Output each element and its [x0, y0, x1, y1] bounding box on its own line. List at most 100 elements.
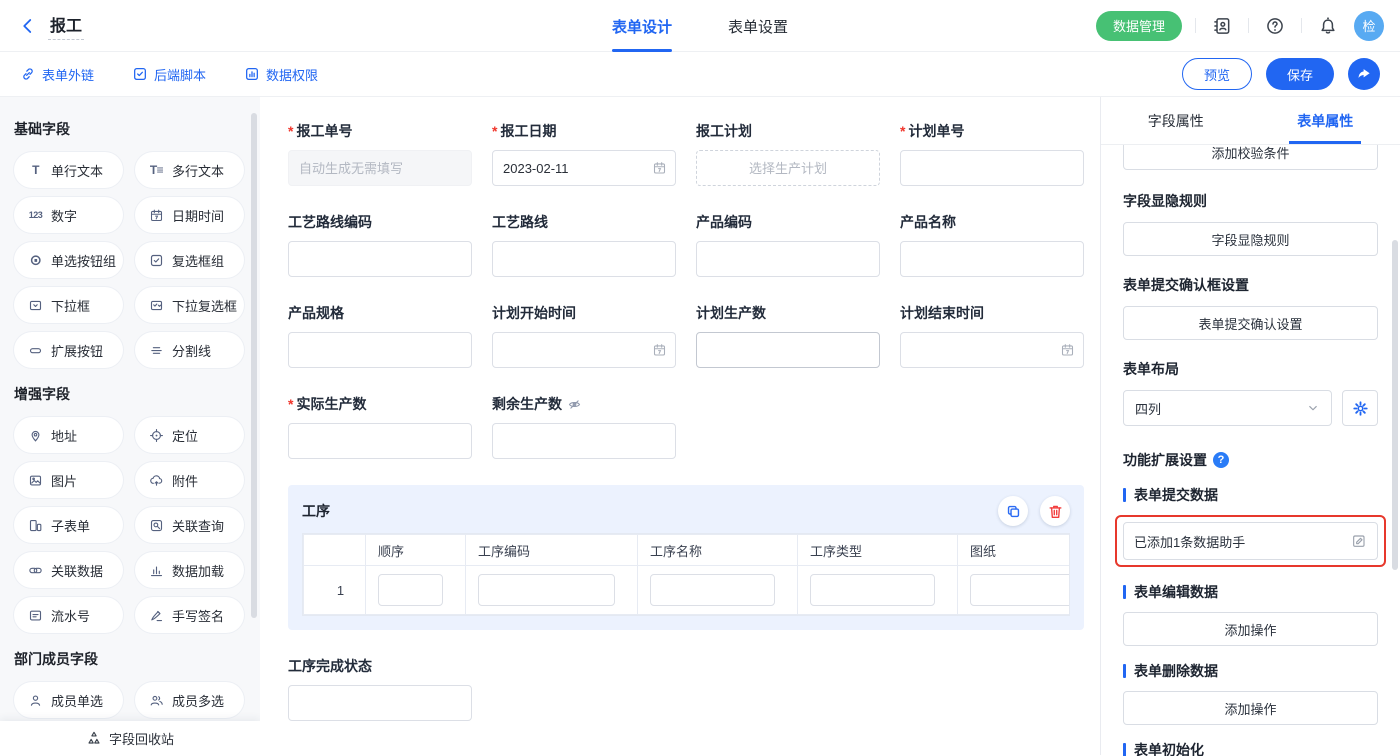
edit-icon[interactable] — [1351, 533, 1367, 549]
sidebar-item-member-multi[interactable]: 成员多选 — [135, 682, 244, 718]
field-product-code[interactable]: 产品编码 — [696, 212, 880, 277]
display-rules-button[interactable]: 字段显隐规则 — [1123, 222, 1378, 256]
group-form-init-label: 表单初始化 — [1123, 740, 1378, 756]
help-icon[interactable] — [1262, 13, 1288, 39]
report-plan-input[interactable] — [696, 150, 880, 186]
sidebar-item-single-line-text[interactable]: T单行文本 — [14, 152, 123, 188]
form-external-link[interactable]: 表单外链 — [20, 65, 94, 84]
field-plan-start-time[interactable]: 计划开始时间 — [492, 303, 676, 368]
submit-data-assistant[interactable]: 已添加1条数据助手 — [1123, 522, 1378, 560]
field-report-plan[interactable]: 报工计划 — [696, 121, 880, 186]
product-code-input[interactable] — [696, 241, 880, 277]
sidebar-item-attachment[interactable]: 附件 — [135, 462, 244, 498]
share-button[interactable] — [1348, 58, 1380, 90]
field-product-name[interactable]: 产品名称 — [900, 212, 1084, 277]
report-number-input[interactable] — [288, 150, 472, 186]
field-remaining-quantity[interactable]: 剩余生产数 — [492, 394, 676, 459]
panel-scrollbar[interactable] — [1392, 240, 1398, 570]
field-actual-quantity[interactable]: *实际生产数 — [288, 394, 472, 459]
divider — [1195, 18, 1196, 33]
edit-data-add-action-button[interactable]: 添加操作 — [1123, 612, 1378, 646]
sidebar-item-subform[interactable]: 子表单 — [14, 507, 123, 543]
sidebar-item-multi-line-text[interactable]: T≡多行文本 — [135, 152, 244, 188]
field-report-number[interactable]: *报工单号 — [288, 121, 472, 186]
actual-quantity-input[interactable] — [288, 423, 472, 459]
cell-process-name-input[interactable] — [650, 574, 775, 606]
field-recycle-bin[interactable]: 字段回收站 — [0, 721, 260, 755]
sidebar-item-checkbox-group[interactable]: 复选框组 — [135, 242, 244, 278]
product-spec-input[interactable] — [288, 332, 472, 368]
sidebar-item-address[interactable]: 地址 — [14, 417, 123, 453]
report-date-input[interactable] — [492, 150, 676, 186]
product-name-input[interactable] — [900, 241, 1084, 277]
tab-form-design[interactable]: 表单设计 — [612, 0, 672, 52]
field-plan-number[interactable]: *计划单号 — [900, 121, 1084, 186]
tab-field-properties[interactable]: 字段属性 — [1101, 97, 1251, 144]
checkbox-group-icon — [148, 252, 165, 269]
subform-row: 1 — [304, 566, 1071, 615]
form-title[interactable]: 报工 — [48, 12, 84, 40]
plan-quantity-input[interactable] — [696, 332, 880, 368]
sidebar-item-divider[interactable]: 分割线 — [135, 332, 244, 368]
field-product-spec[interactable]: 产品规格 — [288, 303, 472, 368]
field-route[interactable]: 工艺路线 — [492, 212, 676, 277]
contacts-icon[interactable] — [1209, 13, 1235, 39]
plan-start-time-input[interactable] — [492, 332, 676, 368]
field-route-code[interactable]: 工艺路线编码 — [288, 212, 472, 277]
save-button[interactable]: 保存 — [1266, 58, 1334, 90]
field-process-status[interactable]: 工序完成状态 — [288, 656, 472, 721]
sidebar-item-image[interactable]: 图片 — [14, 462, 123, 498]
data-manage-button[interactable]: 数据管理 — [1096, 11, 1182, 41]
tab-form-settings[interactable]: 表单设置 — [728, 0, 788, 52]
topbar-tabs: 表单设计 表单设置 — [612, 0, 788, 52]
data-permission-link[interactable]: 数据权限 — [244, 65, 318, 84]
layout-select[interactable]: 四列 — [1123, 390, 1332, 426]
sidebar-scrollbar[interactable] — [251, 113, 257, 618]
plan-number-input[interactable] — [900, 150, 1084, 186]
subform-process[interactable]: 工序 顺序 工序编码 工序名称 工序类型 图纸 1 — [288, 485, 1084, 630]
sidebar-item-linked-data[interactable]: 关联数据 — [14, 552, 123, 588]
delete-data-add-action-button[interactable]: 添加操作 — [1123, 691, 1378, 725]
sidebar-item-signature[interactable]: 手写签名 — [135, 597, 244, 633]
avatar[interactable]: 检 — [1354, 11, 1384, 41]
sidebar-item-lookup[interactable]: 关联查询 — [135, 507, 244, 543]
sidebar-item-radio-group[interactable]: ⊙单选按钮组 — [14, 242, 123, 278]
sidebar-item-location[interactable]: 定位 — [135, 417, 244, 453]
subform-delete-button[interactable] — [1040, 496, 1070, 526]
subform-copy-button[interactable] — [998, 496, 1028, 526]
layout-settings-button[interactable] — [1342, 390, 1378, 426]
field-plan-quantity[interactable]: 计划生产数 — [696, 303, 880, 368]
field-plan-end-time[interactable]: 计划结束时间 — [900, 303, 1084, 368]
process-status-input[interactable] — [288, 685, 472, 721]
notification-bell-icon[interactable] — [1315, 13, 1341, 39]
cell-process-type-input[interactable] — [810, 574, 935, 606]
sidebar-item-serial-number[interactable]: 流水号 — [14, 597, 123, 633]
backend-script-link[interactable]: 后端脚本 — [132, 65, 206, 84]
help-icon[interactable]: ? — [1213, 452, 1229, 468]
cell-drawing-input[interactable] — [970, 574, 1070, 606]
preview-button[interactable]: 预览 — [1182, 58, 1252, 90]
multi-select-icon — [148, 297, 165, 314]
remaining-quantity-input[interactable] — [492, 423, 676, 459]
cell-order-input[interactable] — [378, 574, 443, 606]
sidebar-item-multi-select[interactable]: 下拉复选框 — [135, 287, 244, 323]
field-report-date[interactable]: *报工日期 — [492, 121, 676, 186]
sidebar-item-extend-button[interactable]: 扩展按钮 — [14, 332, 123, 368]
plan-end-time-input[interactable] — [900, 332, 1084, 368]
sidebar-item-member-single[interactable]: 成员单选 — [14, 682, 123, 718]
back-icon[interactable] — [16, 14, 40, 38]
submit-confirm-button[interactable]: 表单提交确认设置 — [1123, 306, 1378, 340]
route-input[interactable] — [492, 241, 676, 277]
route-code-input[interactable] — [288, 241, 472, 277]
divider — [1248, 18, 1249, 33]
add-validation-button[interactable]: 添加校验条件 — [1123, 145, 1378, 170]
sidebar-item-select[interactable]: 下拉框 — [14, 287, 123, 323]
form-toolbar: 表单外链 后端脚本 数据权限 预览 保存 — [0, 52, 1400, 97]
tab-form-properties[interactable]: 表单属性 — [1251, 97, 1400, 144]
sidebar-item-data-load[interactable]: 数据加载 — [135, 552, 244, 588]
cell-process-code-input[interactable] — [478, 574, 615, 606]
single-line-text-icon: T — [27, 162, 44, 179]
sidebar-item-datetime[interactable]: 日期时间 — [135, 197, 244, 233]
section-title-member-fields: 部门成员字段 — [14, 649, 244, 669]
sidebar-item-number[interactable]: 123数字 — [14, 197, 123, 233]
